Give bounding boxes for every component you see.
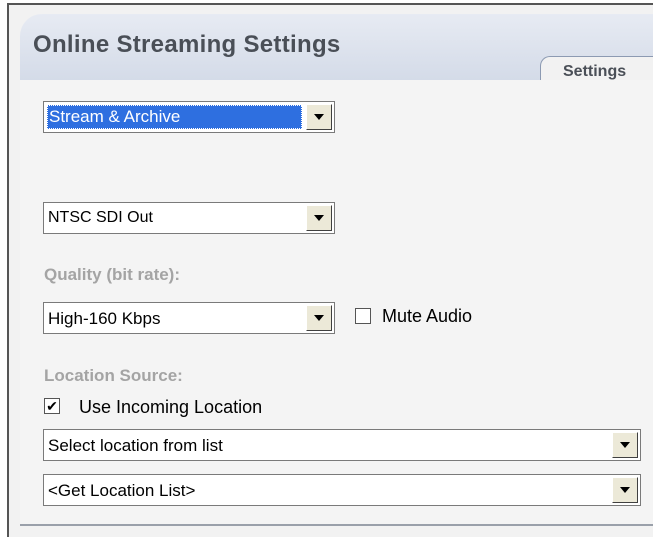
chevron-down-icon xyxy=(620,442,630,448)
use-incoming-location-label: Use Incoming Location xyxy=(79,397,263,417)
output-select[interactable]: NTSC SDI Out xyxy=(43,202,335,234)
location-list-select[interactable]: Select location from list xyxy=(43,429,641,461)
stream-mode-select[interactable]: Stream & Archive xyxy=(43,101,335,133)
get-location-list-select[interactable]: <Get Location List> xyxy=(43,474,641,506)
output-dropdown-button[interactable] xyxy=(306,205,332,231)
get-location-list-value: <Get Location List> xyxy=(48,481,196,500)
quality-dropdown-button[interactable] xyxy=(306,305,332,331)
checkmark-icon: ✔ xyxy=(46,398,58,414)
get-location-list-dropdown-button[interactable] xyxy=(612,477,638,503)
tab-settings-label: Settings xyxy=(563,63,627,80)
chevron-down-icon xyxy=(314,315,324,321)
stream-mode-dropdown-button[interactable] xyxy=(306,104,332,130)
quality-label: Quality (bit rate): xyxy=(44,265,181,284)
chevron-down-icon xyxy=(620,487,630,493)
panel-title: Online Streaming Settings xyxy=(33,31,341,58)
stream-mode-value: Stream & Archive xyxy=(47,105,302,129)
location-list-dropdown-button[interactable] xyxy=(612,432,638,458)
location-source-label: Location Source: xyxy=(44,366,183,385)
quality-select[interactable]: High-160 Kbps xyxy=(43,302,335,334)
panel-bottom-border xyxy=(20,524,653,526)
chevron-down-icon xyxy=(314,114,324,120)
output-value: NTSC SDI Out xyxy=(48,209,153,226)
mute-audio-label: Mute Audio xyxy=(382,306,473,326)
use-incoming-location-checkbox[interactable]: ✔ xyxy=(44,398,60,414)
quality-value: High-160 Kbps xyxy=(48,309,161,328)
mute-audio-checkbox[interactable] xyxy=(355,308,371,324)
location-list-value: Select location from list xyxy=(48,436,223,455)
chevron-down-icon xyxy=(314,215,324,221)
